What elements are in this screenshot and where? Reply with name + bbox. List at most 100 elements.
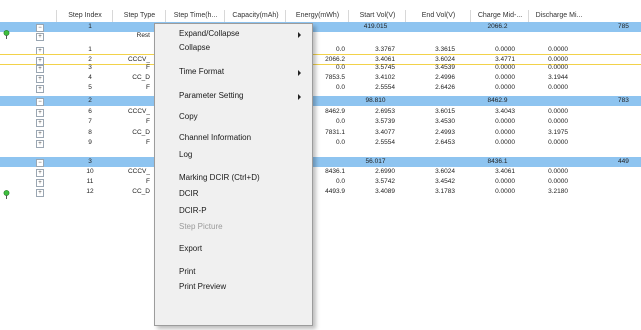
step-discharge-mid: 0.0000: [548, 178, 568, 185]
expand-toggle-icon[interactable]: +: [36, 75, 44, 83]
menu-item-expand-collapse[interactable]: Expand/Collapse: [179, 29, 239, 38]
step-row[interactable]: +10 CCCV_ 8436.1 2.6990 3.6024 3.4061 0.0000: [0, 167, 641, 177]
cycle-index: 2: [88, 97, 92, 104]
step-type: CCCV_: [127, 168, 150, 175]
step-row[interactable]: +7 F 0.0 3.5739 3.4530 0.0000 0.0000: [0, 117, 641, 127]
column-header[interactable]: Start Vol(V): [348, 10, 406, 22]
step-end-vol: 3.6015: [435, 108, 455, 115]
step-index: 12: [86, 188, 94, 195]
cycle-summary-row[interactable]: − 3 56.017 8436.1 449: [0, 157, 641, 167]
step-type: F: [146, 139, 150, 146]
menu-item-dcir[interactable]: DCIR: [179, 189, 199, 198]
step-charge-mid: 0.0000: [495, 64, 515, 71]
step-discharge-mid: [528, 31, 568, 41]
step-charge-mid: 0.0000: [495, 188, 515, 195]
step-end-vol: 2.4993: [435, 129, 455, 136]
step-start-vol: 2.6953: [375, 108, 395, 115]
expand-toggle-icon[interactable]: +: [36, 33, 44, 41]
menu-item-dcir-p[interactable]: DCIR-P: [179, 206, 207, 215]
step-start-vol: 3.4077: [375, 129, 395, 136]
menu-item-channel-information[interactable]: Channel Information: [179, 133, 251, 142]
menu-item-copy[interactable]: Copy: [179, 112, 198, 121]
column-header[interactable]: End Vol(V): [405, 10, 471, 22]
step-index: 9: [88, 139, 92, 146]
step-data-grid[interactable]: Step Index Step Type Step Time(h... Capacit…: [0, 0, 641, 330]
cycle-summary-row[interactable]: − 2 98.810 8462.9 783: [0, 96, 641, 106]
expand-toggle-icon[interactable]: −: [36, 98, 44, 106]
step-index: 8: [88, 129, 92, 136]
submenu-arrow-icon: [298, 70, 301, 76]
step-end-vol: 3.4539: [435, 64, 455, 71]
context-menu[interactable]: Expand/Collapse Collapse Time Format Parame…: [154, 23, 313, 326]
column-header[interactable]: Discharge Mi...: [528, 10, 589, 22]
menu-item-time-format[interactable]: Time Format: [179, 67, 224, 76]
step-row[interactable]: +9 F 0.0 2.5554 2.6453 0.0000 0.0000: [0, 138, 641, 148]
expand-toggle-icon[interactable]: +: [36, 119, 44, 127]
expand-toggle-icon[interactable]: +: [36, 85, 44, 93]
column-header[interactable]: Step Index: [56, 10, 113, 22]
step-end-vol: 3.4542: [435, 178, 455, 185]
column-header[interactable]: Step Time(h...: [165, 10, 225, 22]
expand-toggle-icon[interactable]: +: [36, 130, 44, 138]
expand-toggle-icon[interactable]: +: [36, 109, 44, 117]
expand-toggle-icon[interactable]: +: [36, 65, 44, 73]
column-header[interactable]: Energy(mWh): [285, 10, 349, 22]
cycle-start-vol: 56.017: [365, 158, 386, 165]
submenu-arrow-icon: [298, 94, 301, 100]
step-start-vol: 3.5739: [375, 118, 395, 125]
menu-item-print-preview[interactable]: Print Preview: [179, 282, 226, 291]
step-discharge-mid: 0.0000: [548, 139, 568, 146]
menu-item-log[interactable]: Log: [179, 150, 192, 159]
step-discharge-mid: 3.1944: [548, 74, 568, 81]
cycle-charge-mid: 8462.9: [487, 97, 508, 104]
step-end-vol: 2.4996: [435, 74, 455, 81]
step-end-vol: 2.6426: [435, 84, 455, 91]
step-charge-mid: 3.4061: [495, 168, 515, 175]
step-row[interactable]: +3 F 0.0 3.5745 3.4539 0.0000 0.0000: [0, 63, 641, 73]
green-pin-icon: [3, 190, 10, 199]
step-row[interactable]: +6 CCCV_ 8462.9 2.6953 3.6015 3.4043 0.0000: [0, 107, 641, 117]
step-charge-mid: 0.0000: [495, 129, 515, 136]
step-type: Rest: [136, 32, 150, 39]
step-type: F: [146, 84, 150, 91]
step-row[interactable]: +4 CC_D 7853.5 3.4102 2.4996 0.0000 3.1944: [0, 73, 641, 83]
expand-toggle-icon[interactable]: +: [36, 140, 44, 148]
menu-item-parameter-setting[interactable]: Parameter Setting: [179, 91, 243, 100]
step-row[interactable]: +8 CC_D 7831.1 3.4077 2.4993 0.0000 3.1975: [0, 128, 641, 138]
step-row[interactable]: +11 F 0.0 3.5742 3.4542 0.0000 0.0000: [0, 177, 641, 187]
step-index: 3: [88, 64, 92, 71]
menu-item-collapse[interactable]: Collapse: [179, 43, 210, 52]
step-end-vol: 3.1783: [435, 188, 455, 195]
step-row[interactable]: +Rest0:01:00.0000.0: [0, 31, 641, 41]
step-discharge-mid: 0.0000: [548, 118, 568, 125]
step-type: F: [146, 118, 150, 125]
column-header[interactable]: Capacity(mAh): [224, 10, 286, 22]
step-index: 4: [88, 74, 92, 81]
expand-toggle-icon[interactable]: +: [36, 189, 44, 197]
cycle-start-vol: 98.810: [365, 97, 386, 104]
step-start-vol: 2.6990: [375, 168, 395, 175]
step-index: 6: [88, 108, 92, 115]
step-discharge-mid: 3.2180: [548, 188, 568, 195]
column-header[interactable]: Step Type: [112, 10, 166, 22]
menu-item-step-picture: Step Picture: [179, 222, 223, 231]
menu-item-print[interactable]: Print: [179, 267, 195, 276]
step-end-vol: 3.6024: [435, 168, 455, 175]
step-end-vol: [405, 31, 455, 41]
step-start-vol: 3.4089: [375, 188, 395, 195]
menu-item-export[interactable]: Export: [179, 244, 202, 253]
step-row[interactable]: +5 F 0.0 2.5554 2.6426 0.0000 0.0000: [0, 83, 641, 93]
menu-item-marking-dcir-ctrl-d[interactable]: Marking DCIR (Ctrl+D): [179, 173, 260, 182]
column-header[interactable]: Charge Mid-...: [470, 10, 529, 22]
expand-toggle-icon[interactable]: −: [36, 159, 44, 167]
cycle-charge-mid: 8436.1: [487, 158, 508, 165]
step-start-vol: [348, 31, 395, 41]
expand-toggle-icon[interactable]: +: [36, 169, 44, 177]
step-type: F: [146, 178, 150, 185]
step-row[interactable]: +12 CC_D 4493.9 3.4089 3.1783 0.0000 3.2180: [0, 187, 641, 197]
step-start-vol: 2.5554: [375, 139, 395, 146]
step-index: [80, 31, 100, 41]
cycle-index: 3: [88, 158, 92, 165]
expand-toggle-icon[interactable]: +: [36, 179, 44, 187]
step-type: F: [146, 64, 150, 71]
